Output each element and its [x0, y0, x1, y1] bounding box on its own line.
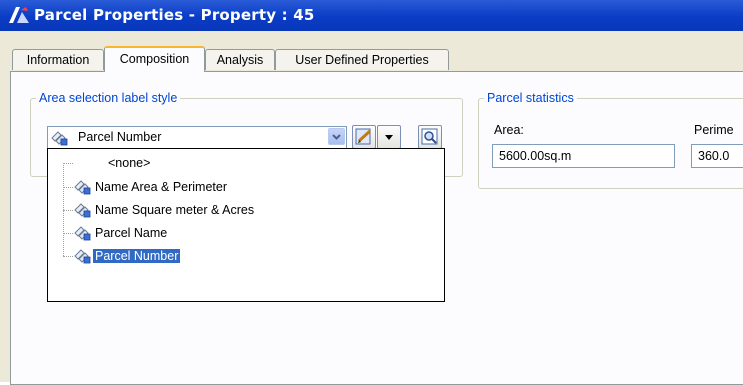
- window-title: Parcel Properties - Property : 45: [34, 6, 315, 24]
- tree-branch: [63, 256, 73, 257]
- autocad-icon: [9, 7, 29, 23]
- dropdown-arrow-icon: [385, 135, 393, 140]
- list-item-parcel-name[interactable]: Parcel Name: [48, 223, 428, 243]
- combobox-dropdown-button[interactable]: [328, 128, 345, 145]
- list-item-name-area-perimeter[interactable]: Name Area & Perimeter: [48, 177, 428, 197]
- list-item-label: Name Square meter & Acres: [95, 203, 255, 217]
- tree-branch: [63, 187, 73, 188]
- label-style-icon: [74, 249, 91, 264]
- label-style-combobox[interactable]: Parcel Number: [47, 126, 347, 149]
- combobox-value: Parcel Number: [78, 130, 162, 144]
- tab-analysis[interactable]: Analysis: [205, 49, 275, 70]
- list-item-label: Parcel Name: [95, 226, 168, 240]
- parcel-statistics-legend: Parcel statistics: [487, 91, 574, 105]
- label-style-icon: [74, 180, 91, 195]
- tree-branch: [63, 233, 73, 234]
- edit-style-menu-button[interactable]: [377, 125, 401, 149]
- label-style-icon: [74, 203, 91, 218]
- preview-icon: [421, 128, 438, 145]
- list-item-none[interactable]: <none>: [48, 153, 428, 173]
- perimeter-label: Perime: [694, 123, 734, 137]
- tree-branch: [63, 210, 73, 211]
- tab-composition[interactable]: Composition: [104, 46, 205, 72]
- chevron-down-icon: [332, 134, 341, 140]
- label-style-icon: [51, 131, 68, 146]
- tab-information[interactable]: Information: [12, 49, 104, 70]
- edit-style-icon: [355, 128, 372, 145]
- edit-style-button[interactable]: [352, 125, 376, 149]
- perimeter-field[interactable]: 360.0: [691, 144, 743, 168]
- list-item-name-square-meter-acres[interactable]: Name Square meter & Acres: [48, 200, 428, 220]
- title-bar[interactable]: Parcel Properties - Property : 45: [0, 0, 743, 31]
- tree-branch: [63, 163, 73, 164]
- list-item-label: <none>: [108, 156, 151, 170]
- label-style-icon: [74, 226, 91, 241]
- label-style-dropdown-list[interactable]: <none> Name Area & Perimeter Name Square…: [47, 148, 445, 302]
- list-item-label-selected: Parcel Number: [93, 249, 181, 263]
- area-label: Area:: [494, 123, 524, 137]
- preview-style-button[interactable]: [418, 125, 442, 149]
- area-selection-legend: Area selection label style: [39, 91, 178, 105]
- area-field[interactable]: 5600.00sq.m: [492, 144, 675, 168]
- list-item-parcel-number[interactable]: Parcel Number: [48, 246, 428, 266]
- tab-user-defined-properties[interactable]: User Defined Properties: [275, 49, 449, 70]
- parcel-statistics-group: Parcel statistics: [478, 91, 743, 189]
- list-item-label: Name Area & Perimeter: [95, 180, 227, 194]
